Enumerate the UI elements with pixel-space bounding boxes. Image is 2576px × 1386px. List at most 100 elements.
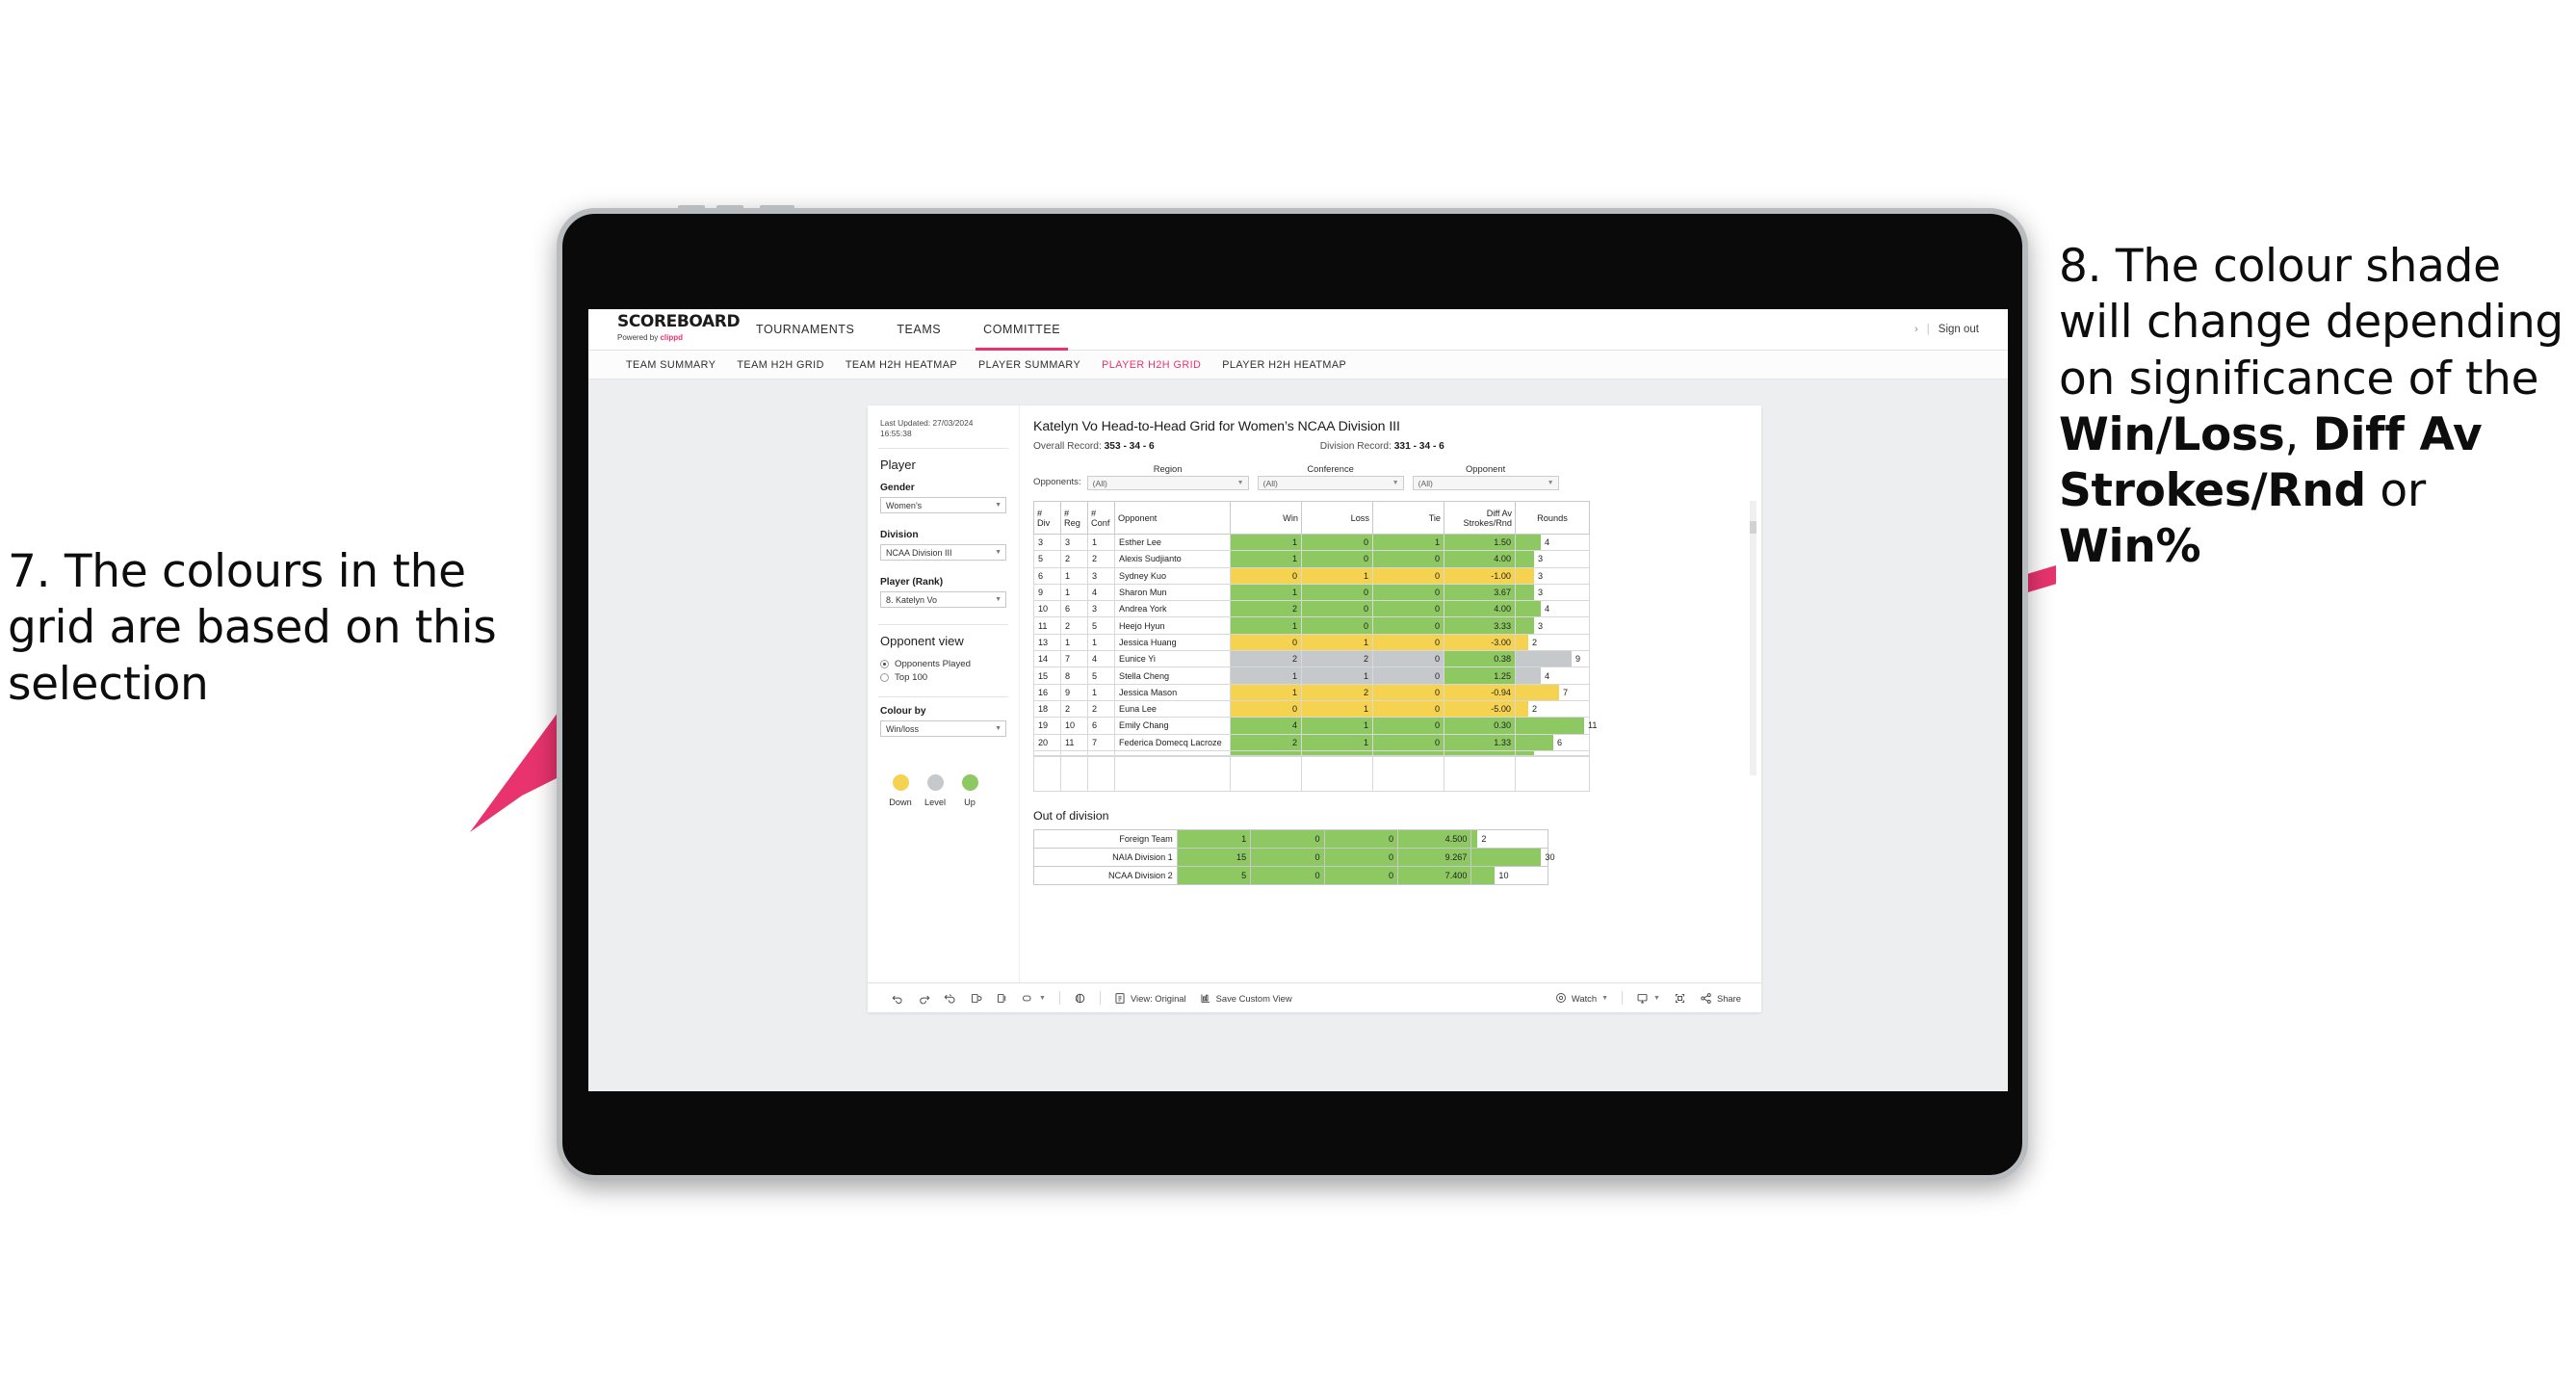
ood-cell-name: NAIA Division 1 — [1033, 847, 1178, 867]
save-custom-view-button[interactable]: Save Custom View — [1193, 992, 1299, 1005]
filter-region-select[interactable]: (All) ▼ — [1086, 476, 1249, 490]
sign-out-button[interactable]: Sign out — [1939, 324, 1979, 335]
subnav-team-h2h-heatmap[interactable]: TEAM H2H HEATMAP — [835, 359, 968, 371]
rounds-value: 4 — [1545, 670, 1550, 681]
cell-reg: 10 — [1060, 717, 1088, 735]
filter-conference-select[interactable]: (All) ▼ — [1257, 476, 1404, 490]
h2h-grid-table: # Div # Reg # Conf Opponent Win Loss Tie Di… — [1033, 501, 1597, 756]
view-shape-dropdown[interactable]: ▼ — [1015, 993, 1053, 1004]
cell-reg: 3 — [1060, 533, 1088, 552]
col-rounds[interactable]: Rounds — [1515, 501, 1590, 535]
table-row[interactable]: 14 7 4 Eunice Yi 2 2 0 0.38 9 — [1033, 650, 1590, 668]
highlight-button[interactable] — [1067, 992, 1093, 1005]
player-rank-select[interactable]: 8. Katelyn Vo ▼ — [880, 591, 1006, 608]
powered-brand: clippd — [660, 333, 684, 342]
subnav-player-summary[interactable]: PLAYER SUMMARY — [968, 359, 1091, 371]
table-row[interactable]: 9 1 4 Sharon Mun 1 0 0 3.67 3 — [1033, 583, 1590, 602]
radio-opponents-played[interactable]: Opponents Played — [880, 659, 1006, 669]
callout-8-mid2: or — [2365, 464, 2426, 518]
out-of-division-row[interactable]: NCAA Division 2 5 0 0 7.400 10 — [1033, 865, 1548, 885]
chevron-down-icon: ▼ — [1547, 480, 1554, 486]
table-row[interactable]: 18 2 2 Euna Lee 0 1 0 -5.00 2 — [1033, 699, 1590, 719]
gender-select[interactable]: Women’s ▼ — [880, 497, 1006, 513]
out-of-division-row[interactable]: NAIA Division 1 15 0 0 9.267 30 — [1033, 847, 1555, 867]
ood-cell-win: 1 — [1176, 828, 1252, 849]
col-opponent[interactable]: Opponent — [1114, 501, 1231, 535]
col-tie[interactable]: Tie — [1372, 501, 1444, 535]
cell-reg: 1 — [1060, 583, 1088, 602]
radio-icon-selected — [880, 660, 889, 668]
nav-teams[interactable]: TEAMS — [875, 309, 962, 351]
subnav-player-h2h-heatmap[interactable]: PLAYER H2H HEATMAP — [1211, 359, 1357, 371]
ood-cell-win: 5 — [1176, 865, 1252, 885]
cell-opponent: Sydney Kuo — [1114, 566, 1231, 585]
out-of-division-row[interactable]: Foreign Team 1 0 0 4.500 2 — [1033, 828, 1548, 849]
cell-reg: 1 — [1060, 566, 1088, 585]
nav-tournaments[interactable]: TOURNAMENTS — [735, 309, 875, 351]
col-div-line2: Div — [1037, 517, 1051, 528]
callout-8-pre: 8. The colour shade will change dependin… — [2059, 240, 2563, 405]
cell-div: 11 — [1033, 616, 1061, 635]
cell-win: 1 — [1230, 683, 1302, 701]
rounds-value: 2 — [1532, 704, 1538, 715]
filter-conference: Conference (All) ▼ — [1257, 463, 1404, 490]
grid-header: # Div # Reg # Conf Opponent Win Loss Tie Di… — [1033, 501, 1590, 535]
grid-scrollbar-thumb[interactable] — [1750, 521, 1756, 534]
cell-win: 1 — [1230, 667, 1302, 685]
table-row[interactable]: 11 2 5 Heejo Hyun 1 0 0 3.33 3 — [1033, 616, 1590, 635]
filter-opponent-select[interactable]: (All) ▼ — [1412, 476, 1559, 490]
revert-button[interactable] — [937, 992, 963, 1005]
radio-top-100[interactable]: Top 100 — [880, 672, 1006, 683]
cell-loss: 1 — [1301, 733, 1373, 751]
filter-region-value: (All) — [1092, 478, 1107, 488]
refresh-button[interactable] — [963, 992, 989, 1005]
cell-win: 0 — [1230, 633, 1302, 652]
cell-conf: 2 — [1087, 699, 1115, 719]
table-row[interactable]: 10 6 3 Andrea York 2 0 0 4.00 4 — [1033, 600, 1590, 618]
col-win[interactable]: Win — [1230, 501, 1302, 535]
col-conf[interactable]: # Conf — [1087, 501, 1115, 535]
view-original-button[interactable]: View: Original — [1107, 992, 1193, 1005]
app-logo[interactable]: SCOREBOARD Powered by clippd — [588, 309, 741, 350]
opponents-row-label: Opponents: — [1033, 477, 1081, 487]
subnav-player-h2h-grid[interactable]: PLAYER H2H GRID — [1091, 359, 1211, 371]
colour-by-select[interactable]: Win/loss ▼ — [880, 720, 1006, 737]
table-row[interactable]: 15 8 5 Stella Cheng 1 1 0 1.25 4 — [1033, 667, 1590, 685]
nav-committee[interactable]: COMMITTEE — [962, 309, 1081, 351]
download-button[interactable]: ▼ — [1629, 992, 1667, 1005]
pause-button[interactable] — [989, 992, 1015, 1005]
subnav-team-summary[interactable]: TEAM SUMMARY — [615, 359, 726, 371]
col-diff[interactable]: Diff Av Strokes/Rnd — [1444, 501, 1516, 535]
table-row[interactable]: 20 11 7 Federica Domecq Lacroze 2 1 0 1.33 6 — [1033, 733, 1590, 751]
undo-button[interactable] — [885, 992, 911, 1005]
chevron-right-icon[interactable]: › — [1914, 324, 1918, 335]
col-div[interactable]: # Div — [1033, 501, 1061, 535]
table-row[interactable]: 5 2 2 Alexis Sudjianto 1 0 0 4.00 3 — [1033, 550, 1590, 568]
table-row[interactable]: 16 9 1 Jessica Mason 1 2 0 -0.94 7 — [1033, 683, 1590, 701]
subnav-team-h2h-grid[interactable]: TEAM H2H GRID — [726, 359, 834, 371]
cell-reg: 2 — [1060, 699, 1088, 719]
cell-win: 2 — [1230, 733, 1302, 751]
table-row[interactable]: 3 3 1 Esther Lee 1 0 1 1.50 4 — [1033, 533, 1590, 552]
redo-button[interactable] — [911, 992, 937, 1005]
share-button[interactable]: Share — [1693, 992, 1748, 1005]
grid-scrollbar-track[interactable] — [1750, 501, 1756, 775]
overall-record: Overall Record: 353 - 34 - 6 — [1033, 441, 1155, 452]
ood-cell-diff: 9.267 — [1396, 847, 1472, 867]
fullscreen-button[interactable] — [1667, 992, 1693, 1005]
legend-caption-up: Up — [964, 798, 976, 807]
cell-diff: 1.25 — [1444, 667, 1516, 685]
table-row[interactable]: 6 1 3 Sydney Kuo 0 1 0 -1.00 3 — [1033, 566, 1590, 585]
watch-button[interactable]: Watch ▼ — [1548, 992, 1615, 1004]
col-reg[interactable]: # Reg — [1060, 501, 1088, 535]
cell-div: 10 — [1033, 600, 1061, 618]
col-loss[interactable]: Loss — [1301, 501, 1373, 535]
cell-win: 1 — [1230, 533, 1302, 552]
table-row[interactable]: 19 10 6 Emily Chang 4 1 0 0.30 11 — [1033, 717, 1597, 735]
legend-swatch-up — [961, 774, 978, 791]
division-select[interactable]: NCAA Division III ▼ — [880, 544, 1006, 561]
table-row[interactable]: 13 1 1 Jessica Huang 0 1 0 -3.00 2 — [1033, 633, 1590, 652]
cell-diff: 1.50 — [1444, 533, 1516, 552]
cell-diff: 0.30 — [1444, 717, 1516, 735]
ood-cell-rounds: 30 — [1470, 847, 1555, 867]
